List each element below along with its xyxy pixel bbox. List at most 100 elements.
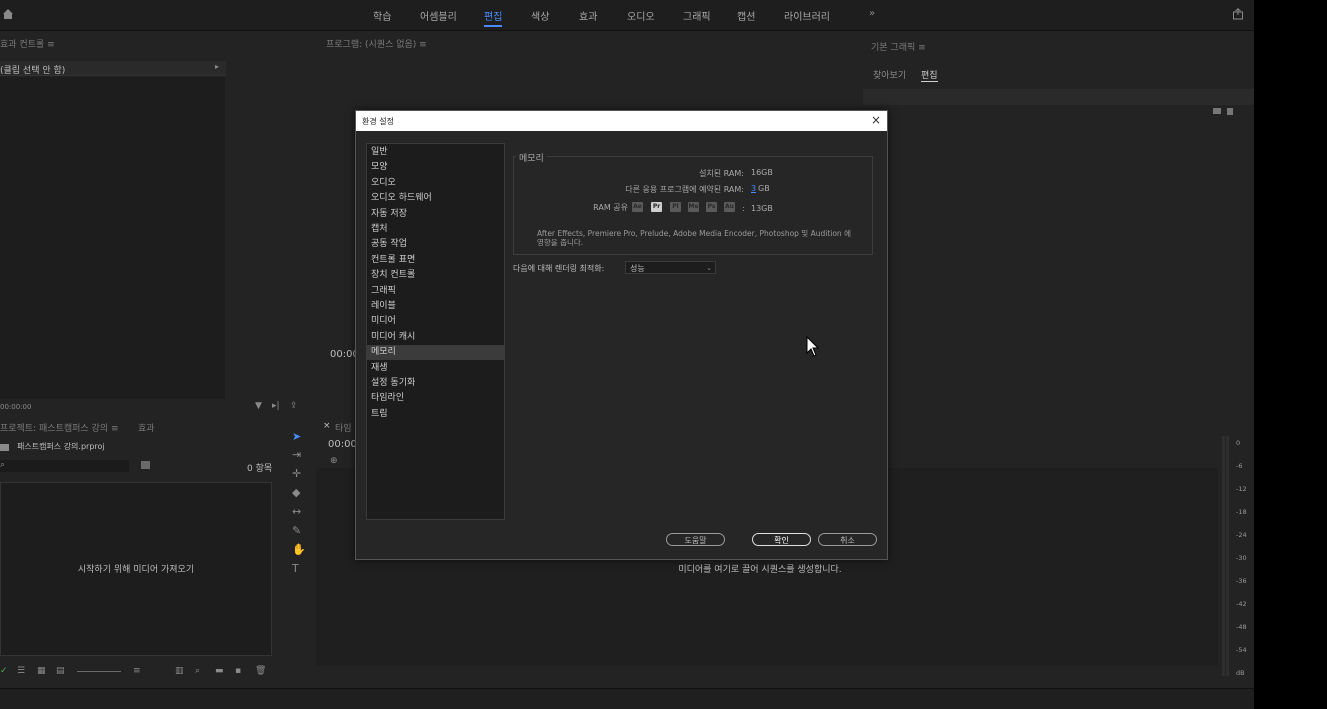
folder-icon[interactable] [1213,108,1221,114]
meter-tick-label: dB [1236,669,1245,677]
category-item[interactable]: 재생 [367,361,504,376]
play-audio-icon[interactable]: ▸| [272,401,280,411]
trash-icon[interactable]: 🗑 [255,666,266,676]
project-file-name: 패스트캠퍼스 강의.prproj [17,442,105,451]
project-media-area[interactable]: 시작하기 위해 미디어 가져오기 [0,482,272,656]
app-pl-icon: Pl [670,202,681,212]
tab-browse[interactable]: 찾아보기 [873,68,906,81]
workspace-tab[interactable]: 그래픽 [683,8,711,23]
category-item[interactable]: 설정 동기화 [367,376,504,391]
program-monitor-title[interactable]: 프로그램: (시퀀스 없음) ≡ [326,37,427,50]
installed-ram-value: 16GB [751,168,773,177]
list-view-icon[interactable]: ☰ [17,666,25,676]
category-list: 일반 모양 오디오 오디오 하드웨어 자동 저장 캡처 공동 작업 컨트롤 표면 장치 컨트롤 그… [366,143,505,520]
close-icon[interactable]: × [869,113,883,127]
category-item[interactable]: 미디어 [367,314,504,329]
workspace-tab[interactable]: 오디오 [627,8,655,23]
slip-tool-icon[interactable]: ↔ [292,505,301,518]
freeform-view-icon[interactable]: ▤ [56,666,65,676]
workspace-tab[interactable]: 편집 [484,8,503,27]
workspace-tab[interactable]: 캡션 [737,8,755,23]
razor-tool-icon[interactable]: ◆ [292,486,300,499]
optimize-rendering-value: 성능 [630,264,645,273]
timeline-timecode[interactable]: 00:00 [328,439,357,450]
timeline-title[interactable]: 타임 [335,421,352,434]
reserved-ram-input[interactable]: 3 [751,184,756,193]
find-icon[interactable]: ⌕ [195,666,200,676]
category-item[interactable]: 장치 컨트롤 [367,268,504,283]
memory-group-title: 메모리 [516,151,547,164]
cancel-button[interactable]: 취소 [818,533,877,546]
category-item[interactable]: 오디오 하드웨어 [367,191,504,206]
track-select-tool-icon[interactable]: ⇥ [292,448,301,461]
snap-icon[interactable]: ⊕ [330,456,338,466]
hand-tool-icon[interactable]: ✋ [292,543,306,556]
category-item[interactable]: 모양 [367,160,504,175]
type-tool-icon[interactable]: T [292,562,299,575]
premiere-window: 학습 어셈블리 편집 색상 효과 오디오 그래픽 캡션 라이브러리 » 효과 컨트롤 ≡ (클립… [0,0,1254,709]
category-item[interactable]: 컨트롤 표면 [367,253,504,268]
home-icon[interactable] [2,8,14,23]
new-item-icon[interactable]: ▪ [235,666,241,676]
category-item[interactable]: 캡처 [367,222,504,237]
optimize-rendering-select[interactable]: 성능 ⌄ [625,261,716,274]
effect-controls-title[interactable]: 효과 컨트롤 ≡ [0,37,55,50]
meter-tick-label: -18 [1236,508,1247,516]
workspace-tab[interactable]: 효과 [579,8,597,23]
project-panel: 프로젝트: 패스트캠퍼스 강의 ≡ 효과 패스트캠퍼스 강의.prproj ⌕ … [0,416,281,686]
icon-view-icon[interactable]: ▦ [37,666,46,676]
meter-tick-label: -42 [1236,600,1247,608]
graphics-layer-header [863,89,1254,105]
writable-icon[interactable]: ✓ [0,666,8,676]
sort-icon[interactable]: ≡ [133,666,141,676]
expand-icon[interactable]: ▸ [215,62,219,71]
workspace-tab[interactable]: 라이브러리 [784,8,830,23]
tools-panel: ➤ ⇥ ✛ ◆ ↔ ✎ ✋ T [283,416,313,686]
category-item[interactable]: 레이블 [367,299,504,314]
export-icon[interactable]: ⇪ [290,401,298,411]
optimize-rendering-label: 다음에 대해 렌더링 최적화: [513,264,605,273]
workspace-bar: 학습 어셈블리 편집 색상 효과 오디오 그래픽 캡션 라이브러리 » [0,0,1254,31]
meter-tick-label: -54 [1236,646,1247,654]
more-workspaces-icon[interactable]: » [869,8,875,19]
category-item[interactable]: 자동 저장 [367,207,504,222]
category-item[interactable]: 타임라인 [367,391,504,406]
tab-effects[interactable]: 효과 [138,421,155,434]
tab-edit[interactable]: 편집 [921,68,938,82]
mouse-cursor-icon [806,335,820,361]
category-item[interactable]: 일반 [367,145,504,160]
ram-shared-value: 13GB [751,204,773,213]
category-item[interactable]: 그래픽 [367,284,504,299]
category-item[interactable]: 오디오 [367,176,504,191]
no-clip-label: (클립 선택 안 함) [0,66,66,76]
essential-graphics-panel: 기본 그래픽 ≡ 찾아보기 편집 [863,31,1254,414]
meter-tick-label: -30 [1236,554,1247,562]
workspace-tab[interactable]: 학습 [373,8,391,23]
ripple-edit-tool-icon[interactable]: ✛ [292,467,301,480]
import-media-hint: 시작하기 위해 미디어 가져오기 [77,565,195,575]
new-bin-icon[interactable]: ▬ [215,666,224,676]
category-item[interactable]: 메모리 [367,345,504,361]
selection-tool-icon[interactable]: ➤ [292,430,301,443]
project-search-input[interactable]: ⌕ [0,460,129,472]
help-button[interactable]: 도움말 [666,533,725,546]
share-icon[interactable] [1232,8,1244,23]
workspace-tab[interactable]: 색상 [531,8,549,23]
filter-icon[interactable]: ▼ [255,401,262,411]
workspace-tab[interactable]: 어셈블리 [420,8,457,23]
category-item[interactable]: 미디어 캐시 [367,330,504,345]
new-layer-icon[interactable] [1227,108,1233,115]
category-item[interactable]: 공동 작업 [367,237,504,252]
meter-left-channel [1222,436,1225,676]
project-title[interactable]: 프로젝트: 패스트캠퍼스 강의 ≡ [0,421,119,434]
new-bin-from-search-icon[interactable] [141,461,150,469]
essential-graphics-title[interactable]: 기본 그래픽 ≡ [871,40,926,53]
category-item[interactable]: 트림 [367,407,504,422]
zoom-slider[interactable] [77,671,121,672]
ok-button[interactable]: 확인 [752,533,811,546]
pen-tool-icon[interactable]: ✎ [292,524,301,537]
timeline-close-icon[interactable]: × [323,421,331,431]
item-count: 0 항목 [247,464,273,474]
automate-icon[interactable]: ▥ [175,666,184,676]
app-ae-icon: Ae [632,202,643,212]
